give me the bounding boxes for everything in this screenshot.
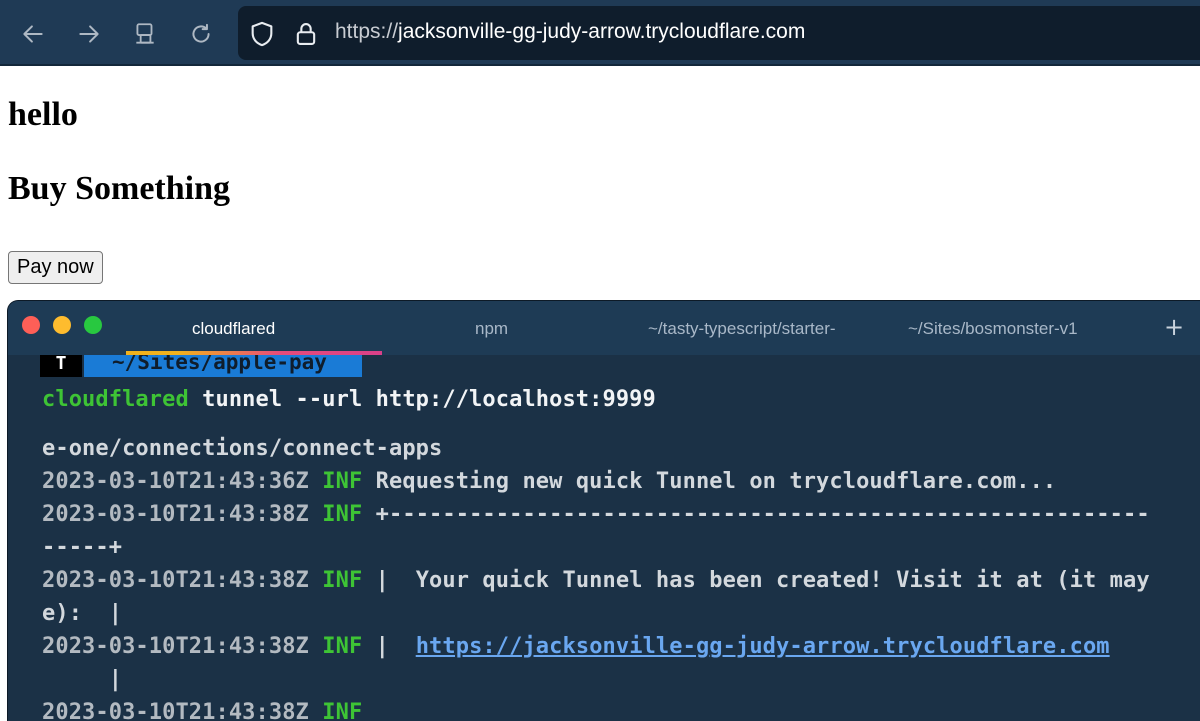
log-timestamp: 2023-03-10T21:43:36Z: [42, 469, 309, 494]
tunnel-url-link[interactable]: https://jacksonville-gg-judy-arrow.trycl…: [416, 634, 1110, 659]
prompt-directory: ~/Sites/apple-pay: [84, 355, 362, 377]
screen-share-icon[interactable]: [125, 14, 165, 54]
command-line: cloudflared tunnel --url http://localhos…: [42, 387, 656, 412]
url-text[interactable]: https://jacksonville-gg-judy-arrow.trycl…: [335, 20, 805, 44]
prompt-letter: T: [40, 355, 82, 377]
terminal-window: cloudflared npm ~/tasty-typescript/start…: [8, 301, 1200, 721]
log-line: 2023-03-10T21:43:38Z INF | Your quick Tu…: [42, 568, 1150, 593]
log-message: | Your quick Tunnel has been created! Vi…: [362, 568, 1150, 593]
log-line: 2023-03-10T21:43:38Z INF | https://jacks…: [42, 634, 1110, 659]
tab-cloudflared[interactable]: cloudflared: [192, 319, 275, 339]
log-message: Requesting new quick Tunnel on trycloudf…: [362, 469, 1057, 494]
log-line: e): |: [42, 601, 123, 626]
address-bar[interactable]: https://jacksonville-gg-judy-arrow.trycl…: [238, 6, 1200, 60]
log-line: 2023-03-10T21:43:38Z INF +--------------…: [42, 502, 1150, 527]
terminal-tab-bar: cloudflared npm ~/tasty-typescript/start…: [8, 301, 1200, 355]
log-message: +---------------------------------------…: [362, 502, 1150, 527]
log-level: INF: [322, 502, 363, 527]
url-scheme: https://: [335, 20, 399, 43]
url-host: jacksonville-gg-judy-arrow.trycloudflare…: [398, 20, 806, 43]
tab-tasty-typescript[interactable]: ~/tasty-typescript/starter-: [648, 319, 836, 339]
log-timestamp: 2023-03-10T21:43:38Z: [42, 568, 309, 593]
tab-npm[interactable]: npm: [475, 319, 508, 339]
heading-buy-something: Buy Something: [8, 170, 230, 207]
minimize-window-button[interactable]: [53, 316, 71, 334]
log-level: INF: [322, 568, 363, 593]
log-line: |: [42, 667, 123, 692]
close-window-button[interactable]: [22, 316, 40, 334]
log-timestamp: 2023-03-10T21:43:38Z: [42, 700, 309, 721]
shield-icon[interactable]: [248, 20, 276, 48]
log-line: -----+: [42, 535, 123, 560]
browser-toolbar: https://jacksonville-gg-judy-arrow.trycl…: [0, 0, 1200, 66]
log-timestamp: 2023-03-10T21:43:38Z: [42, 634, 309, 659]
forward-icon[interactable]: [69, 14, 109, 54]
command-args: tunnel --url http://localhost:9999: [188, 387, 656, 412]
log-message: |: [362, 634, 416, 659]
reload-icon[interactable]: [181, 14, 221, 54]
command-name: cloudflared: [42, 387, 189, 412]
log-line: 2023-03-10T21:43:36Z INF Requesting new …: [42, 469, 1056, 494]
log-timestamp: 2023-03-10T21:43:38Z: [42, 502, 309, 527]
pay-now-button[interactable]: Pay now: [8, 251, 103, 284]
log-line: 2023-03-10T21:43:38Z INF: [42, 700, 362, 721]
log-level: INF: [322, 469, 363, 494]
new-tab-button[interactable]: +: [1164, 313, 1184, 341]
log-level: INF: [322, 634, 363, 659]
lock-icon[interactable]: [292, 20, 320, 48]
heading-hello: hello: [8, 96, 78, 133]
log-level: INF: [322, 700, 363, 721]
log-line: e-one/connections/connect-apps: [42, 436, 443, 461]
zoom-window-button[interactable]: [84, 316, 102, 334]
tab-bosmonster[interactable]: ~/Sites/bosmonster-v1: [908, 319, 1078, 339]
back-icon[interactable]: [13, 14, 53, 54]
